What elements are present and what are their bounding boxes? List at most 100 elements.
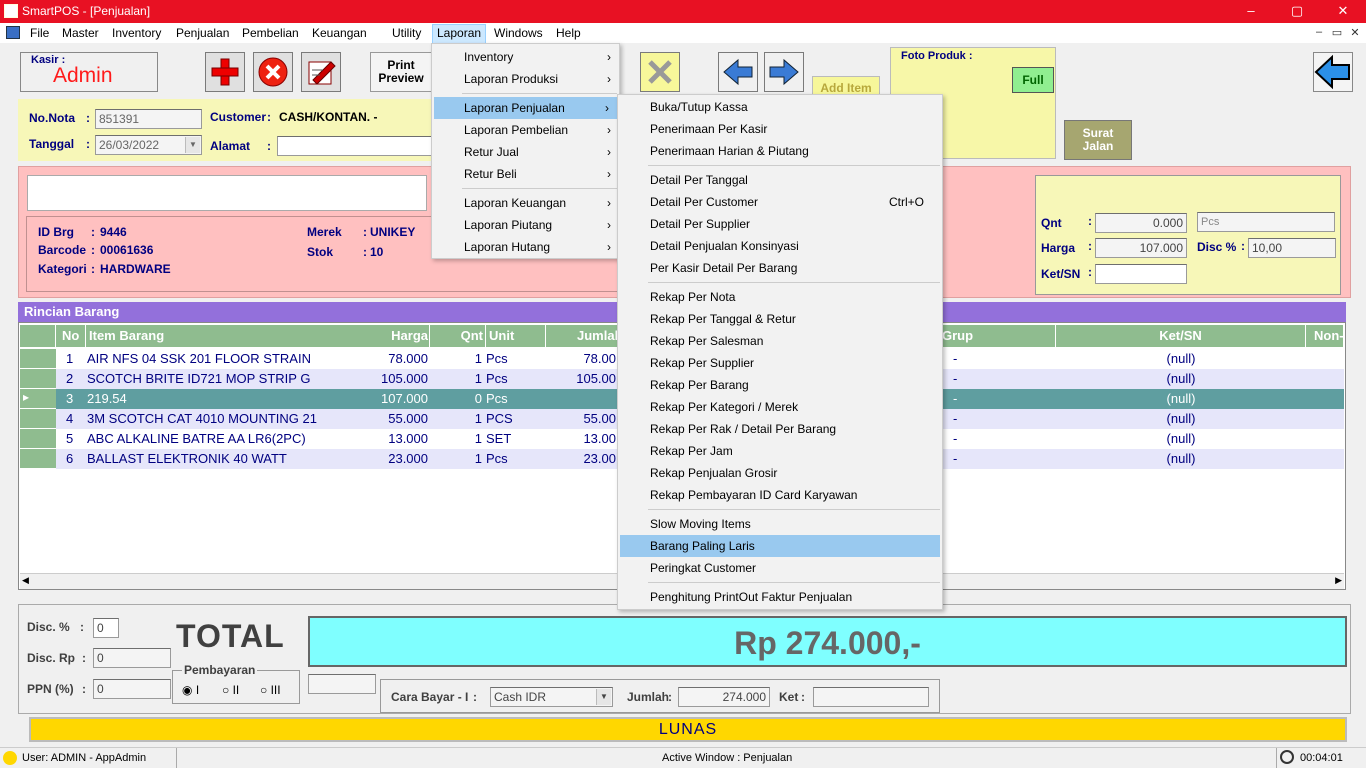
col-unit[interactable]: Unit xyxy=(486,325,546,347)
maximize-button[interactable]: ▢ xyxy=(1274,0,1320,23)
row-header[interactable] xyxy=(20,449,56,469)
penjualan_menu-item[interactable]: Rekap Per Tanggal & Retur xyxy=(618,308,942,330)
cara-bayar-select[interactable]: Cash IDR ▼ xyxy=(490,687,613,707)
penjualan_menu-item-label: Barang Paling Laris xyxy=(650,539,755,553)
new-button[interactable] xyxy=(205,52,245,92)
radio-pembayaran-1[interactable]: ◉ I xyxy=(182,683,199,697)
menu-laporan[interactable]: Laporan xyxy=(432,24,487,44)
laporan_menu-item-label: Retur Beli xyxy=(464,167,517,181)
harga-field[interactable]: 107.000 xyxy=(1095,238,1187,258)
ket-field[interactable] xyxy=(813,687,929,707)
penjualan_menu-item[interactable]: Rekap Per Salesman xyxy=(618,330,942,352)
chevron-down-icon[interactable]: ▼ xyxy=(596,689,611,705)
col-ketsn[interactable]: Ket/SN xyxy=(1056,325,1306,347)
unit-field[interactable]: Pcs xyxy=(1197,212,1335,232)
menu-file[interactable]: File xyxy=(26,25,53,43)
surat-jalan-button[interactable]: Surat Jalan xyxy=(1064,120,1132,160)
menu-keuangan[interactable]: Keuangan xyxy=(308,25,371,43)
cancel-button[interactable] xyxy=(253,52,293,92)
penjualan_menu-item[interactable]: Penghitung PrintOut Faktur Penjualan xyxy=(618,586,942,608)
penjualan_menu-item[interactable]: Detail Penjualan Konsinyasi xyxy=(618,235,942,257)
col-harga[interactable]: Harga xyxy=(348,325,430,347)
extra-field[interactable] xyxy=(308,674,376,694)
mdi-minimize-button[interactable]: – xyxy=(1312,26,1326,40)
laporan_menu-item[interactable]: Laporan Keuangan › xyxy=(432,192,619,214)
penjualan_menu-item[interactable]: Rekap Per Barang xyxy=(618,374,942,396)
menu-help[interactable]: Help xyxy=(552,25,585,43)
radio-pembayaran-2[interactable]: ○ II xyxy=(222,683,239,697)
penjualan_menu-item[interactable]: Penerimaan Per Kasir xyxy=(618,118,942,140)
laporan_menu-item[interactable]: Laporan Pembelian › xyxy=(432,119,619,141)
menu-penjualan[interactable]: Penjualan xyxy=(172,25,233,43)
disc-rp-field[interactable]: 0 xyxy=(93,648,171,668)
qnt-field[interactable]: 0.000 xyxy=(1095,213,1187,233)
full-button[interactable]: Full xyxy=(1012,67,1054,93)
menu-pembelian[interactable]: Pembelian xyxy=(238,25,303,43)
penjualan_menu-item[interactable]: Detail Per Supplier xyxy=(618,213,942,235)
col-jumlah[interactable]: Jumlah xyxy=(546,325,618,347)
tanggal-field[interactable]: 26/03/2022 ▼ xyxy=(95,135,202,155)
penjualan_menu-item[interactable]: Rekap Per Nota xyxy=(618,286,942,308)
penjualan_menu-item[interactable]: Peringkat Customer xyxy=(618,557,942,579)
penjualan_menu-item[interactable]: Rekap Per Rak / Detail Per Barang xyxy=(618,418,942,440)
laporan_menu-item[interactable]: Laporan Piutang › xyxy=(432,214,619,236)
item-description-field[interactable] xyxy=(27,175,427,211)
penjualan_menu-item[interactable]: Buka/Tutup Kassa xyxy=(618,96,942,118)
col-grup[interactable]: Grup xyxy=(938,325,1056,347)
cell-ket: (null) xyxy=(1166,431,1196,446)
penjualan_menu-item[interactable]: Rekap Per Kategori / Merek xyxy=(618,396,942,418)
row-header[interactable]: ▸ xyxy=(20,389,56,409)
mdi-close-button[interactable]: ✕ xyxy=(1348,26,1362,40)
disc-pct-field[interactable]: 0 xyxy=(93,618,119,638)
prev-button[interactable] xyxy=(718,52,758,92)
row-header[interactable] xyxy=(20,409,56,429)
col-non[interactable]: Non- xyxy=(1306,325,1344,347)
laporan_menu-item[interactable]: Laporan Hutang › xyxy=(432,236,619,258)
laporan_menu-item[interactable]: Inventory › xyxy=(432,46,619,68)
delete-button[interactable] xyxy=(640,52,680,92)
penjualan_menu-item[interactable]: Detail Per Tanggal xyxy=(618,169,942,191)
penjualan_menu-item[interactable]: Rekap Pembayaran ID Card Karyawan xyxy=(618,484,942,506)
customer-field[interactable]: CASH/KONTAN. - xyxy=(276,108,436,128)
penjualan_menu-item[interactable]: Detail Per Customer Ctrl+O xyxy=(618,191,942,213)
print-preview-button[interactable]: Print Preview xyxy=(370,52,432,92)
ppn-field[interactable]: 0 xyxy=(93,679,171,699)
mdi-icon[interactable] xyxy=(6,26,20,39)
jumlah-field[interactable]: 274.000 xyxy=(678,687,770,707)
radio-pembayaran-3[interactable]: ○ III xyxy=(260,683,281,697)
scroll-left-icon[interactable]: ◀ xyxy=(22,575,29,586)
edit-button[interactable] xyxy=(301,52,341,92)
col-qnt[interactable]: Qnt xyxy=(431,325,486,347)
minimize-button[interactable]: – xyxy=(1228,0,1274,23)
laporan_menu-item[interactable]: Laporan Penjualan › xyxy=(434,97,617,119)
nota-field[interactable]: 851391 xyxy=(95,109,202,129)
penjualan_menu-item[interactable]: Per Kasir Detail Per Barang xyxy=(618,257,942,279)
row-header[interactable] xyxy=(20,429,56,449)
laporan_menu-item[interactable]: Retur Beli › xyxy=(432,163,619,185)
penjualan_menu-item[interactable]: Slow Moving Items xyxy=(618,513,942,535)
penjualan_menu-item[interactable]: Rekap Per Jam xyxy=(618,440,942,462)
penjualan_menu-item[interactable]: Barang Paling Laris xyxy=(620,535,940,557)
col-no[interactable]: No xyxy=(56,325,86,347)
ketsn-field[interactable] xyxy=(1095,264,1187,284)
menu-windows[interactable]: Windows xyxy=(490,25,547,43)
cancel-icon xyxy=(258,57,288,87)
alamat-field[interactable] xyxy=(277,136,437,156)
row-header[interactable] xyxy=(20,349,56,369)
menu-master[interactable]: Master xyxy=(58,25,103,43)
laporan_menu-item[interactable]: Laporan Produksi › xyxy=(432,68,619,90)
next-button[interactable] xyxy=(764,52,804,92)
penjualan_menu-item[interactable]: Rekap Penjualan Grosir xyxy=(618,462,942,484)
menu-utility[interactable]: Utility xyxy=(388,25,425,43)
laporan_menu-item[interactable]: Retur Jual › xyxy=(432,141,619,163)
mdi-restore-button[interactable]: ▭ xyxy=(1330,26,1344,40)
penjualan_menu-item[interactable]: Rekap Per Supplier xyxy=(618,352,942,374)
close-button[interactable]: ✕ xyxy=(1320,0,1366,23)
disc-field[interactable]: 10,00 xyxy=(1248,238,1336,258)
exit-button[interactable] xyxy=(1313,52,1353,92)
chevron-down-icon[interactable]: ▼ xyxy=(185,137,200,153)
menu-inventory[interactable]: Inventory xyxy=(108,25,165,43)
row-header[interactable] xyxy=(20,369,56,389)
scroll-right-icon[interactable]: ▶ xyxy=(1335,575,1342,586)
penjualan_menu-item[interactable]: Penerimaan Harian & Piutang xyxy=(618,140,942,162)
